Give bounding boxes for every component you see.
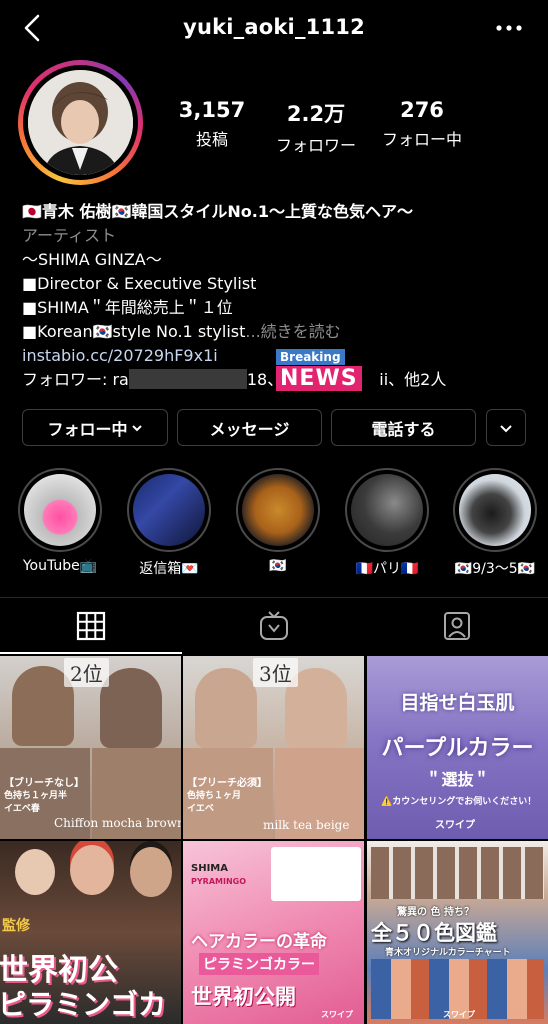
post-subtext: ピラミンゴカラー (199, 953, 319, 975)
avatar (28, 70, 133, 175)
face-photo (130, 847, 172, 897)
following-label: フォロー中 (381, 130, 462, 149)
post-subtext: イエベ (187, 804, 214, 814)
suggested-accounts-button[interactable] (486, 409, 526, 446)
highlight-label: 🇰🇷 (269, 558, 287, 574)
call-button-label: 電話する (371, 419, 436, 439)
post-headline: ピラミンゴカ (0, 988, 167, 1021)
category-label: アーティスト (22, 226, 117, 245)
highlight-label: 🇫🇷パリ🇫🇷 (355, 561, 419, 577)
post-subtext: 【ブリーチ必須】 (187, 778, 267, 789)
message-button[interactable]: メッセージ (177, 409, 322, 446)
highlight-cover (133, 474, 205, 546)
message-button-label: メッセージ (209, 419, 290, 439)
tab-grid[interactable] (0, 598, 182, 654)
profile-username: yuki_aoki_1112 (183, 15, 365, 39)
highlight-korea[interactable]: 🇰🇷 (232, 468, 324, 574)
highlight-paris[interactable]: 🇫🇷パリ🇫🇷 (341, 468, 433, 578)
post-thumbnail[interactable]: 3位 【ブリーチ必須】 色持ち１ヶ月 イエベ milk tea beige (183, 656, 364, 839)
highlight-youtube[interactable]: YouTube📺 (14, 468, 106, 574)
post-headline: 世界初公開 (191, 985, 296, 1009)
post-thumbnail[interactable]: 世界初公 ピラミンゴカ 監修 (0, 841, 181, 1024)
stat-followers[interactable]: 2.2万 フォロワー (261, 98, 371, 156)
post-title: 目指せ白玉肌 (400, 692, 515, 714)
display-name: 🇯🇵青木 佑樹🇰🇷韓国スタイルNo.1〜上質な色気ヘア〜 (22, 202, 414, 221)
post-badge: ＂選抜＂ (425, 770, 490, 789)
tagged-user-icon (444, 612, 470, 640)
post-subtext: イエベ春 (4, 804, 40, 814)
grid-icon (76, 611, 106, 641)
igtv-icon (260, 611, 288, 640)
call-button[interactable]: 電話する (331, 409, 476, 446)
highlight-label: 🇰🇷9/3〜5🇰🇷 (454, 561, 536, 577)
bio-line: ■Korean🇰🇷style No.1 stylist (22, 322, 246, 341)
story-ring[interactable] (18, 60, 143, 185)
highlight-cover (351, 474, 423, 546)
following-count: 276 (400, 98, 444, 122)
post-subtext: 驚異の 色 持ち？ (397, 907, 474, 918)
post-thumbnail[interactable]: SHIMA PYRAMINGO ヘアカラーの革命 ピラミンゴカラー 世界初公開 … (183, 841, 364, 1024)
posts-label: 投稿 (195, 130, 228, 149)
hair-photo (100, 668, 162, 748)
highlight-korea-trip[interactable]: 🇰🇷9/3〜5🇰🇷 (449, 468, 541, 578)
tab-tagged[interactable] (366, 598, 548, 654)
bio-line: ■SHIMA＂年間総売上＂１位 (22, 298, 233, 317)
face-photo (15, 849, 55, 895)
post-caption: milk tea beige (263, 818, 350, 832)
followed-by-suffix: ii、他2人 (379, 370, 447, 389)
bio-line: ■Director & Executive Stylist (22, 274, 257, 293)
highlight-cover (459, 474, 531, 546)
post-thumbnail[interactable]: 驚異の 色 持ち？ 全５０色図鑑 青木オリジナルカラーチャート スワイプ (367, 841, 548, 1024)
followers-count: 2.2万 (286, 102, 346, 126)
following-button-label: フォロー中 (47, 419, 128, 439)
face-photo (70, 845, 114, 895)
post-headline: ヘアカラーの革命 (191, 932, 327, 952)
chevron-down-icon (131, 424, 142, 431)
post-headline: 全５０色図鑑 (371, 921, 497, 945)
breaking-news-overlay: Breaking NEWS (276, 346, 362, 391)
stat-posts[interactable]: 3,157 投稿 (157, 98, 267, 150)
brand-label: PYRAMINGO (191, 877, 247, 886)
tab-igtv[interactable] (183, 598, 365, 654)
redacted-block (128, 369, 247, 389)
post-caption: Chiffon mocha brown (54, 816, 181, 830)
post-note: ⚠️カウンセリングでお伺いください！ (381, 797, 537, 807)
post-subtext: 青木オリジナルカラーチャート (385, 948, 511, 958)
rank-badge: 3位 (253, 658, 298, 687)
product-photo (271, 847, 361, 901)
stat-following[interactable]: 276 フォロー中 (367, 98, 477, 150)
bio-line-with-more: ■Korean🇰🇷style No.1 stylist...続きを読む (22, 320, 532, 344)
post-headline: パープルカラー (381, 736, 534, 761)
posts-count: 3,157 (178, 98, 246, 122)
hair-photo (195, 668, 257, 748)
news-label: NEWS (276, 366, 362, 391)
highlight-cover (24, 474, 96, 546)
chevron-down-icon (500, 424, 512, 432)
highlight-label: YouTube📺 (22, 558, 98, 574)
post-tag: スワイプ (443, 1010, 475, 1019)
post-subtext: 監修 (2, 918, 30, 934)
breaking-label: Breaking (276, 349, 345, 365)
highlight-cover (242, 474, 314, 546)
followers-label: フォロワー (275, 136, 356, 155)
post-tag: スワイプ (321, 1010, 353, 1019)
top-bar: yuki_aoki_1112 (0, 0, 548, 60)
post-subtext: 色持ち１ヶ月 (187, 791, 242, 801)
post-thumbnail[interactable]: 目指せ白玉肌 パープルカラー ＂選抜＂ ⚠️カウンセリングでお伺いください！ ス… (367, 656, 548, 839)
profile-tabs (0, 598, 548, 654)
rank-badge: 2位 (64, 658, 109, 687)
bio-line: 〜SHIMA GINZA〜 (22, 250, 162, 269)
post-subtext: 【ブリーチなし】 (4, 778, 84, 789)
post-thumbnail[interactable]: 2位 【ブリーチなし】 色持ち１ヶ月半 イエベ春 Chiffon mocha b… (0, 656, 181, 839)
post-tag: スワイプ (435, 820, 475, 831)
hair-swatches (371, 847, 544, 899)
post-subtext: 色持ち１ヶ月半 (4, 791, 68, 801)
highlight-inbox[interactable]: 返信箱💌 (123, 468, 215, 578)
read-more-link[interactable]: ...続きを読む (245, 322, 340, 341)
followed-by-prefix: フォロワー: ra (22, 370, 129, 389)
highlight-label: 返信箱💌 (139, 561, 199, 577)
more-horizontal-icon[interactable] (494, 18, 524, 38)
following-button[interactable]: フォロー中 (22, 409, 168, 446)
brand-label: SHIMA (191, 863, 228, 874)
